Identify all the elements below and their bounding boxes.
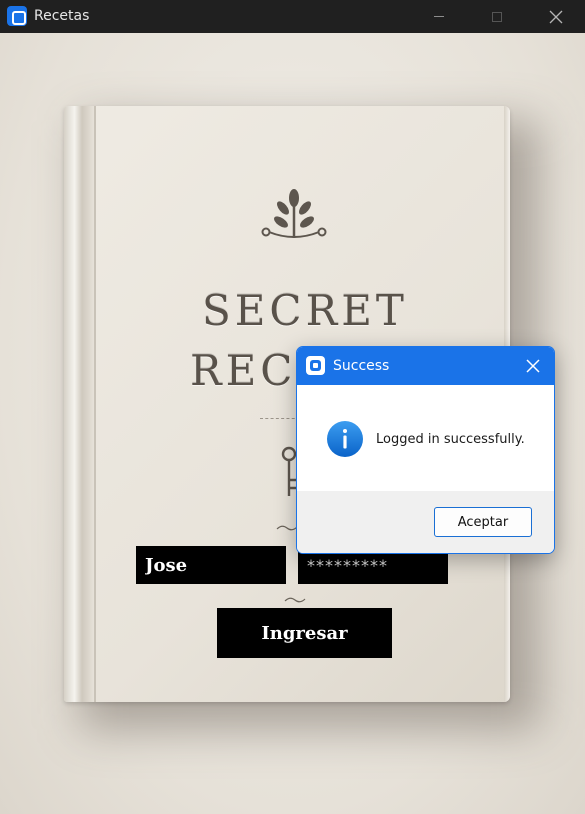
window-title: Recetas <box>34 8 90 24</box>
book-spine <box>64 106 94 702</box>
info-icon <box>327 421 363 457</box>
close-icon <box>526 359 540 373</box>
dialog-app-icon <box>306 356 325 375</box>
app-icon <box>7 6 27 26</box>
window-titlebar[interactable]: Recetas <box>0 0 585 33</box>
dialog-message: Logged in successfully. <box>376 432 525 447</box>
close-window-button[interactable] <box>533 0 579 33</box>
maximize-button[interactable] <box>474 0 520 33</box>
dialog-close-button[interactable] <box>520 353 546 379</box>
maximize-icon <box>492 11 502 22</box>
login-button[interactable]: Ingresar <box>217 608 392 658</box>
dialog-title: Success <box>333 358 390 374</box>
username-input[interactable] <box>136 546 286 584</box>
accept-button[interactable]: Aceptar <box>434 507 532 537</box>
leaf-emblem-icon <box>261 189 327 238</box>
dialog-body: Logged in successfully. <box>297 385 554 491</box>
flourish-icon <box>276 525 298 531</box>
close-icon <box>549 10 563 23</box>
cover-divider <box>260 418 300 419</box>
spine-line <box>94 106 96 702</box>
flourish-icon <box>284 597 306 603</box>
dialog-titlebar[interactable]: Success <box>297 347 554 385</box>
minimize-icon <box>434 16 444 17</box>
success-dialog: Success Logged in successfully. Aceptar <box>296 346 555 554</box>
minimize-button[interactable] <box>416 0 462 33</box>
dialog-footer: Aceptar <box>297 491 554 553</box>
cover-title-line1: SECRET <box>202 286 408 335</box>
